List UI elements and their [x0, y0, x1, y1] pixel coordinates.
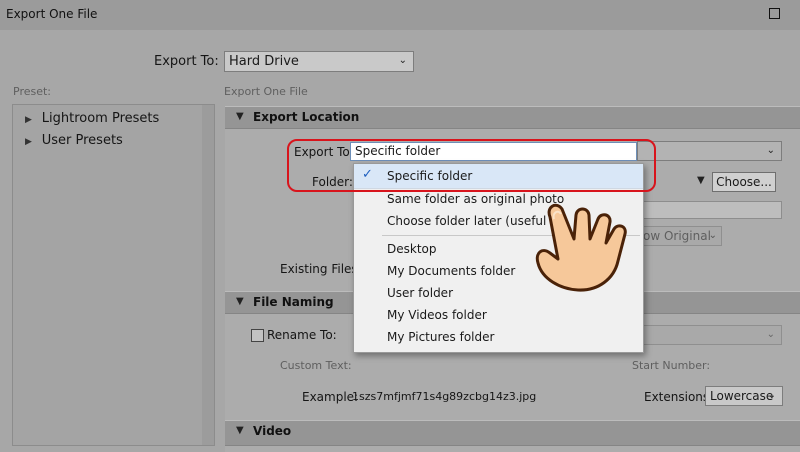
- choose-button-label: Choose...: [716, 175, 772, 189]
- show-original-value: ow Original: [643, 229, 711, 243]
- preset-item-label: User Presets: [41, 133, 123, 148]
- collapse-triangle-icon: ▼: [236, 296, 244, 307]
- extensions-label: Extensions:: [644, 390, 714, 404]
- pointing-hand-icon: [535, 203, 627, 292]
- export-location-header[interactable]: ▼ Export Location: [225, 106, 800, 129]
- section-title: Video: [253, 424, 292, 438]
- preset-item-label: Lightroom Presets: [41, 111, 160, 126]
- section-title: File Naming: [253, 295, 334, 309]
- expand-triangle-icon: ▶: [25, 137, 32, 147]
- preset-label: Preset:: [13, 85, 52, 98]
- export-to-select[interactable]: Hard Drive ⌄: [224, 51, 414, 72]
- window-title: Export One File: [6, 7, 98, 21]
- subfolder-input[interactable]: [642, 201, 782, 219]
- collapse-triangle-icon: ▼: [236, 425, 244, 436]
- start-number-label: Start Number:: [632, 359, 711, 372]
- chevron-down-icon: ⌄: [767, 390, 776, 401]
- video-header[interactable]: ▼ Video: [225, 420, 800, 446]
- chevron-down-icon: ⌄: [398, 55, 407, 66]
- extensions-value: Lowercase: [710, 389, 774, 403]
- title-bar: Export One File: [0, 0, 800, 30]
- preset-item-user[interactable]: ▶ User Presets: [25, 133, 123, 148]
- preset-item-lightroom[interactable]: ▶ Lightroom Presets: [25, 111, 159, 126]
- menu-item-desktop[interactable]: Desktop: [387, 242, 437, 256]
- menu-item-my-documents[interactable]: My Documents folder: [387, 264, 515, 278]
- section-title: Export Location: [253, 110, 360, 124]
- chevron-down-icon: ⌄: [766, 145, 775, 156]
- preset-scrollbar[interactable]: [202, 105, 214, 445]
- location-export-to-select-tail[interactable]: ⌄: [637, 141, 782, 161]
- menu-item-my-pictures[interactable]: My Pictures folder: [387, 330, 494, 344]
- rename-to-label: Rename To:: [267, 328, 337, 342]
- collapse-triangle-icon: ▼: [236, 111, 244, 122]
- menu-item-user-folder[interactable]: User folder: [387, 286, 453, 300]
- example-label: Example:: [302, 390, 359, 404]
- show-original-select[interactable]: ow Original ⌄: [638, 226, 722, 246]
- custom-text-label: Custom Text:: [280, 359, 352, 372]
- export-to-label: Export To:: [154, 54, 219, 69]
- example-value: 1szs7mfjmf71s4g89zcbg14z3.jpg: [352, 390, 537, 403]
- rename-template-select[interactable]: ⌄: [642, 325, 782, 345]
- breadcrumb: Export One File: [224, 85, 308, 98]
- extensions-select[interactable]: Lowercase ⌄: [705, 386, 783, 406]
- chevron-down-icon: ⌄: [708, 230, 717, 241]
- folder-dropdown-arrow-icon[interactable]: ▼: [697, 175, 705, 186]
- highlight-annotation: [287, 139, 656, 192]
- rename-to-checkbox[interactable]: [251, 329, 264, 342]
- expand-triangle-icon: ▶: [25, 115, 32, 125]
- maximize-icon[interactable]: [769, 8, 780, 19]
- preset-panel: ▶ Lightroom Presets ▶ User Presets: [12, 104, 215, 446]
- export-to-value: Hard Drive: [229, 54, 299, 69]
- menu-item-my-videos[interactable]: My Videos folder: [387, 308, 487, 322]
- existing-files-label: Existing Files:: [280, 262, 362, 276]
- choose-button[interactable]: Choose...: [712, 172, 776, 192]
- chevron-down-icon: ⌄: [766, 329, 775, 340]
